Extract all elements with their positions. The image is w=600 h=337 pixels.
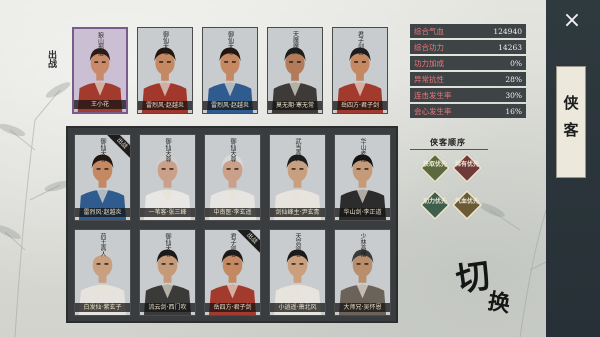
hero-sect: 御仙天尊 [226, 31, 234, 55]
hero-sect: 天宫剑客 [294, 233, 301, 257]
hero-sect: 华山老怪 [359, 138, 366, 162]
team-card[interactable]: 御仙天尊雷烈风·赵越炎 [137, 27, 193, 114]
stat-name: 会心发生率 [414, 106, 452, 116]
stat-row: 异常抗性 28% [410, 72, 526, 86]
hero-sect: 御仙天尊 [164, 233, 171, 257]
hero-sect: 少林高僧 [359, 233, 366, 257]
hero-sect: 药王真人 [99, 233, 106, 257]
roster-card[interactable]: 君子剑客 岳四方·君子剑 出战 [204, 229, 261, 316]
roster-card[interactable]: 药王真人白发仙·紫玄子 [74, 229, 131, 316]
stat-name: 功力加成 [414, 58, 444, 68]
stat-row: 功力加成 0% [410, 56, 526, 70]
stat-value: 14263 [498, 42, 522, 52]
hero-name: 雷烈风·赵越炎 [203, 101, 257, 110]
hero-sect: 天魔魔人 [291, 31, 299, 55]
hero-name: 雷烈风·赵越炎 [138, 101, 192, 110]
team-side-label: 出战 [46, 50, 56, 68]
order-option-label: 获取优先 [422, 161, 447, 168]
stat-row: 连击发生率 30% [410, 88, 526, 102]
order-option-label: 功力优先 [422, 198, 447, 205]
stat-row: 综合气血 124940 [410, 24, 526, 38]
hero-sect: 御仙天尊 [161, 31, 169, 55]
stat-value: 30% [505, 90, 522, 100]
stat-value: 124940 [493, 26, 522, 36]
team-card[interactable]: 狼山部落 王小花 [72, 27, 128, 114]
hero-sect: 御仙天尊 [164, 138, 171, 162]
tab-heroes[interactable]: 侠客 [556, 66, 586, 178]
switch-button[interactable]: 切 换 [450, 255, 522, 328]
hero-sect: 御仙天尊 [99, 138, 106, 162]
stat-name: 综合功力 [414, 42, 444, 52]
hero-sect: 御仙天尊 [229, 138, 236, 162]
hero-name: 中南医·李玄遥 [205, 208, 260, 217]
active-team-row: 狼山部落 王小花 御仙天尊 雷烈风·赵越炎 御仙天尊 雷烈风·赵越炎 天魔魔人 莫无期·寒无常… [72, 27, 392, 116]
stat-name: 连击发生率 [414, 90, 452, 100]
roster-card[interactable]: 御仙天尊流云剑·西门吹 [139, 229, 196, 316]
team-card[interactable]: 天魔魔人莫无期·寒无常 [267, 27, 323, 114]
hero-name: 莫无期·寒无常 [268, 101, 322, 110]
hero-roster-panel: 御仙天尊 雷烈风·赵越炎 出战 御仙天尊 一苇客·张三峰 御仙天尊 中南医·李玄遥 武当真人剑… [66, 126, 398, 323]
hero-sect: 君子剑客 [229, 233, 236, 257]
stat-value: 0% [510, 58, 522, 68]
hero-name: 一苇客·张三峰 [140, 208, 195, 217]
order-option-label: 气血优先 [454, 198, 479, 205]
order-option-label: 稀有优先 [454, 161, 479, 168]
hero-sect: 武当真人 [294, 138, 301, 162]
team-card[interactable]: 君子剑客岳四方·君子剑 [332, 27, 388, 114]
hero-name: 剑仙峰主·尹玄青 [270, 208, 325, 217]
team-stats-panel: 综合气血 124940 综合功力 14263 功力加成 0% 异常抗性 28% 连击发生率 30%… [410, 24, 526, 120]
stat-value: 16% [505, 106, 522, 116]
hero-name: 大师兄·吴怀恩 [335, 303, 390, 312]
roster-card[interactable]: 少林高僧大师兄·吴怀恩 [334, 229, 391, 316]
roster-card[interactable]: 御仙天尊中南医·李玄遥 [204, 134, 261, 221]
hero-name: 王小花 [74, 100, 126, 109]
close-icon[interactable]: × [559, 8, 585, 34]
roster-card[interactable]: 华山老怪华山剑·李正道 [334, 134, 391, 221]
hero-name: 雷烈风·赵越炎 [75, 208, 130, 217]
switch-label-sub: 换 [485, 288, 513, 318]
hero-sect: 狼山部落 [96, 32, 104, 56]
hero-name: 小逍遥·萧北风 [270, 303, 325, 312]
hero-name: 岳四方·君子剑 [333, 101, 387, 110]
hero-name: 流云剑·西门吹 [140, 303, 195, 312]
stat-value: 28% [505, 74, 522, 84]
order-title: 侠客顺序 [430, 137, 466, 147]
roster-card[interactable]: 御仙天尊 雷烈风·赵越炎 出战 [74, 134, 131, 221]
order-divider [410, 149, 488, 150]
roster-card[interactable]: 天宫剑客小逍遥·萧北风 [269, 229, 326, 316]
roster-card[interactable]: 武当真人剑仙峰主·尹玄青 [269, 134, 326, 221]
switch-label-main: 切 [453, 255, 493, 301]
stat-row: 综合功力 14263 [410, 40, 526, 54]
roster-card[interactable]: 御仙天尊一苇客·张三峰 [139, 134, 196, 221]
stat-name: 综合气血 [414, 26, 444, 36]
team-card[interactable]: 御仙天尊雷烈风·赵越炎 [202, 27, 258, 114]
hero-name: 岳四方·君子剑 [205, 303, 260, 312]
stat-row: 会心发生率 16% [410, 104, 526, 118]
hero-name: 华山剑·李正道 [335, 208, 390, 217]
hero-name: 白发仙·紫玄子 [75, 303, 130, 312]
stat-name: 异常抗性 [414, 74, 444, 84]
hero-sect: 君子剑客 [356, 31, 364, 55]
